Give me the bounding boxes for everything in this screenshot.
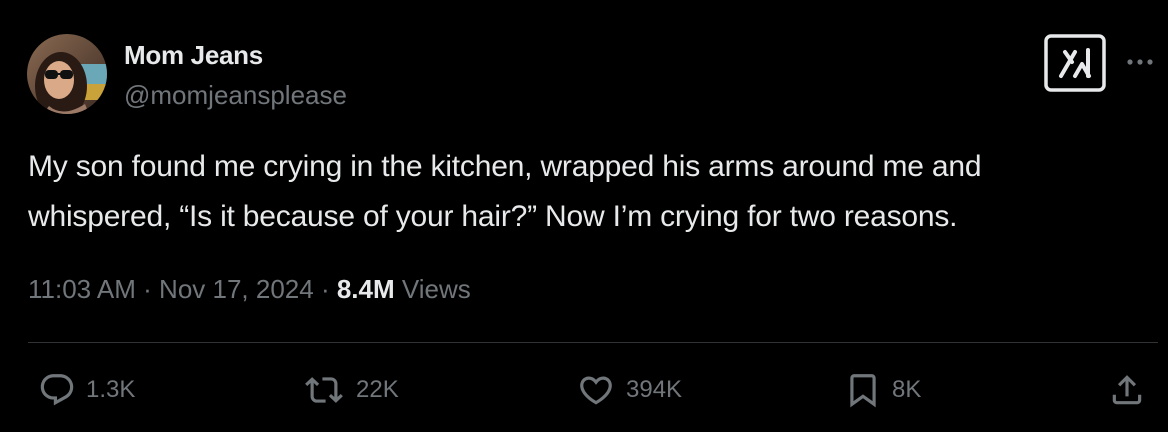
tweet-meta: 11:03 AM · Nov 17, 2024 · 8.4M Views (28, 274, 471, 305)
meta-separator: · (135, 274, 160, 304)
share-button[interactable] (1108, 370, 1156, 410)
author-name[interactable]: Mom Jeans (124, 40, 263, 71)
retweet-icon (305, 377, 343, 403)
divider (28, 342, 1158, 343)
views-count[interactable]: 8.4M (337, 274, 395, 304)
bookmark-icon (850, 374, 876, 408)
grok-button[interactable] (1044, 34, 1106, 92)
more-button[interactable] (1124, 52, 1156, 72)
bookmark-button[interactable]: 8K (844, 370, 921, 410)
reply-button[interactable]: 1.3K (38, 370, 135, 410)
like-count: 394K (626, 376, 683, 403)
tweet-text-line: whispered, “Is it because of your hair?”… (28, 200, 958, 233)
tweet-text: My son found me crying in the kitchen, w… (28, 142, 1163, 242)
more-icon (1127, 59, 1153, 65)
tweet-date[interactable]: Nov 17, 2024 (159, 274, 314, 304)
retweet-count: 22K (356, 376, 399, 403)
views-label: Views (394, 274, 471, 304)
author-handle[interactable]: @momjeansplease (124, 80, 347, 111)
tweet-text-line: My son found me crying in the kitchen, w… (28, 150, 982, 183)
avatar-image (27, 34, 107, 114)
bookmark-count: 8K (892, 376, 922, 403)
meta-separator: · (313, 274, 337, 304)
reply-count: 1.3K (86, 376, 136, 403)
avatar[interactable] (27, 34, 107, 114)
tweet-time[interactable]: 11:03 AM (28, 274, 136, 304)
retweet-button[interactable]: 22K (302, 370, 399, 410)
like-button[interactable]: 394K (576, 370, 682, 410)
share-icon (1112, 375, 1142, 405)
tweet-card: Mom Jeans @momjeansplease My son found m… (0, 0, 1168, 432)
grok-icon (1044, 34, 1106, 92)
heart-icon (580, 376, 612, 405)
reply-icon (40, 374, 74, 406)
